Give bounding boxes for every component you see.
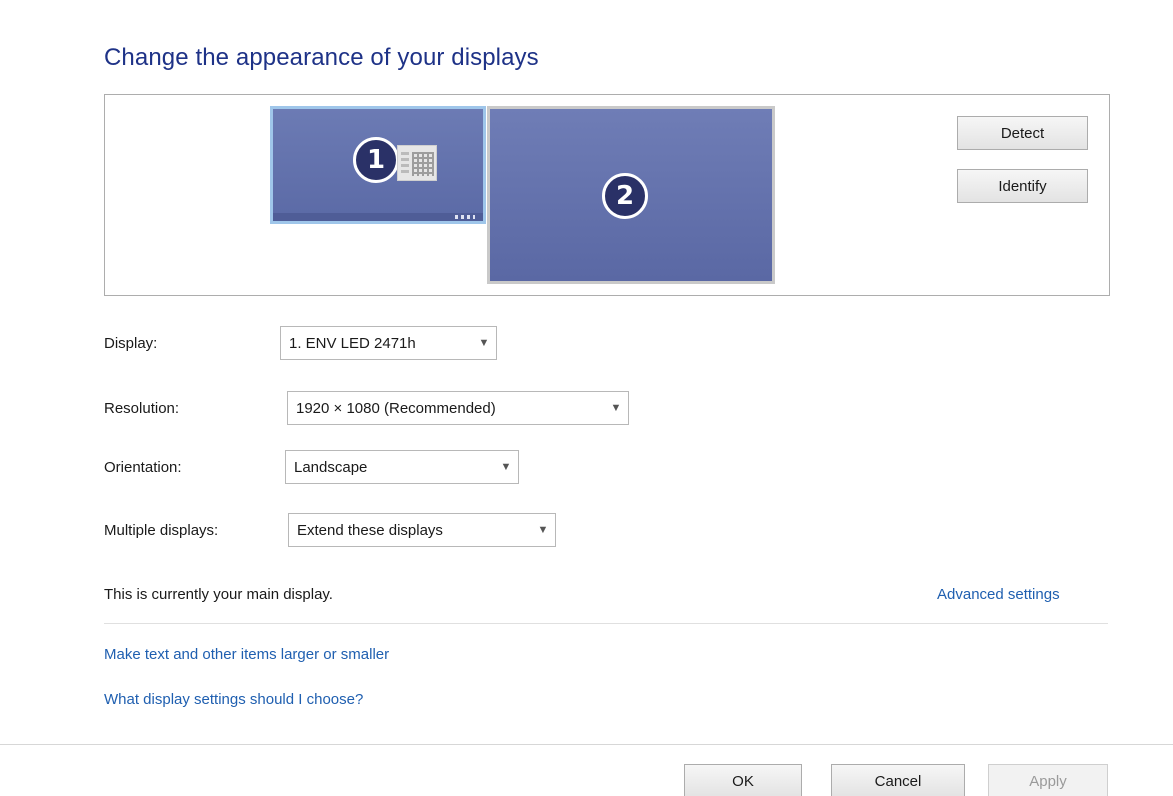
monitor-1-thumbnail[interactable]: 1 — [270, 106, 486, 224]
page-title: Change the appearance of your displays — [104, 44, 539, 71]
multiple-displays-label: Multiple displays: — [104, 522, 219, 539]
orientation-label: Orientation: — [104, 459, 182, 476]
chevron-down-icon: ▼ — [500, 461, 512, 473]
chevron-down-icon: ▼ — [478, 337, 490, 349]
display-label: Display: — [104, 335, 158, 352]
text-size-link[interactable]: Make text and other items larger or smal… — [104, 646, 389, 663]
main-display-status: This is currently your main display. — [104, 586, 333, 603]
display-preview-area: 1 2 Detect Identify — [104, 94, 1110, 296]
orientation-select-value: Landscape — [294, 458, 368, 476]
divider — [104, 623, 1108, 624]
monitor-2-thumbnail[interactable]: 2 — [487, 106, 775, 284]
orientation-select[interactable]: Landscape ▼ — [285, 450, 519, 484]
resolution-select[interactable]: 1920 × 1080 (Recommended) ▼ — [287, 391, 629, 425]
multiple-displays-select-value: Extend these displays — [297, 521, 443, 539]
apply-button[interactable]: Apply — [988, 764, 1108, 796]
detect-button[interactable]: Detect — [957, 116, 1088, 150]
resolution-label: Resolution: — [104, 400, 180, 417]
display-select[interactable]: 1. ENV LED 2471h ▼ — [280, 326, 497, 360]
multiple-displays-select[interactable]: Extend these displays ▼ — [288, 513, 556, 547]
chevron-down-icon: ▼ — [610, 402, 622, 414]
footer-divider — [0, 744, 1173, 745]
cancel-button[interactable]: Cancel — [831, 764, 965, 796]
resolution-select-value: 1920 × 1080 (Recommended) — [296, 399, 496, 417]
display-select-value: 1. ENV LED 2471h — [289, 334, 416, 352]
monitor-number-badge: 1 — [353, 137, 399, 183]
identify-button[interactable]: Identify — [957, 169, 1088, 203]
taskbar-strip — [273, 213, 483, 221]
display-help-link[interactable]: What display settings should I choose? — [104, 691, 363, 708]
ok-button[interactable]: OK — [684, 764, 802, 796]
start-screen-icon — [397, 145, 437, 181]
chevron-down-icon: ▼ — [537, 524, 549, 536]
advanced-settings-link[interactable]: Advanced settings — [937, 586, 1060, 603]
monitor-number-badge: 2 — [602, 173, 648, 219]
